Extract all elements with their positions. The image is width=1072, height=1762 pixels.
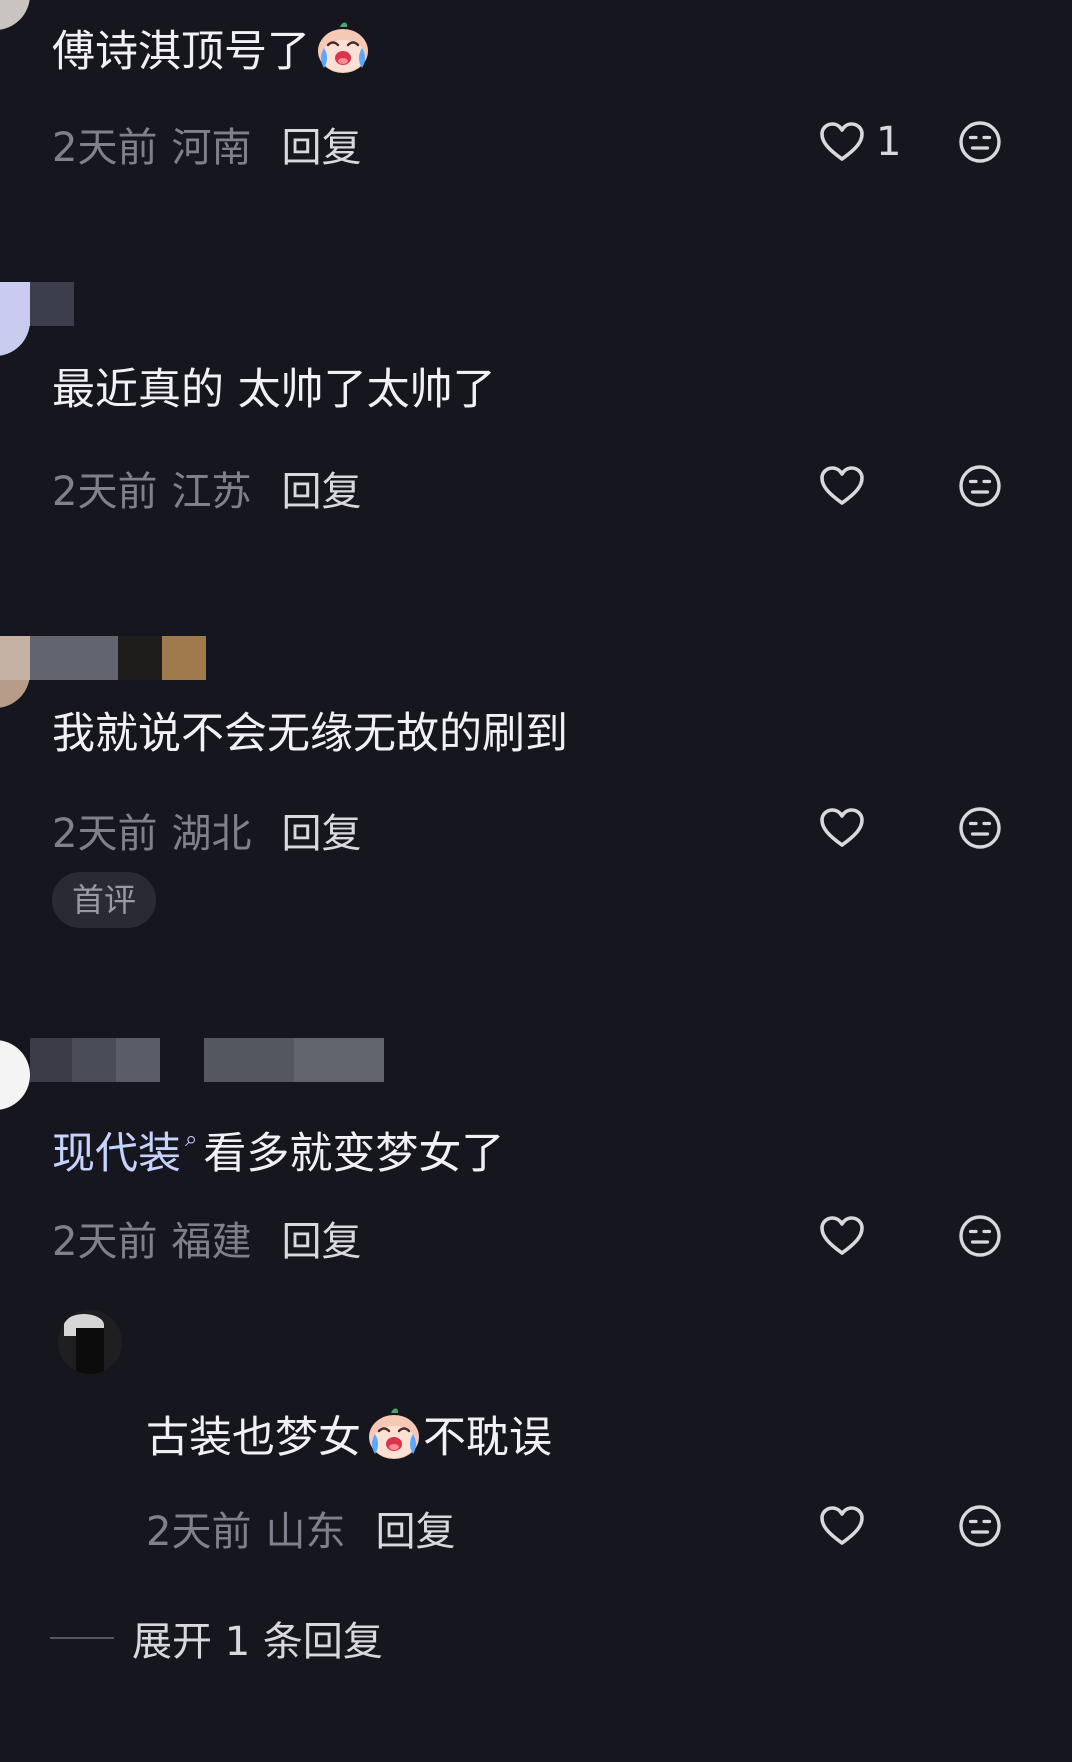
meh-face-icon[interactable] xyxy=(956,118,1004,166)
comment-text: 现代装 ⌕ 看多就变梦女了 xyxy=(52,1112,504,1182)
like-count: 1 xyxy=(876,119,902,165)
comment-text: 最近真的 太帅了太帅了 xyxy=(52,362,496,418)
heart-outline-icon[interactable] xyxy=(818,1212,866,1260)
comment-location: 河南 xyxy=(171,125,252,171)
crying-baby-emoji-icon xyxy=(365,1404,423,1462)
comment-time: 2天前 xyxy=(52,469,158,515)
meh-face-icon[interactable] xyxy=(956,462,1004,510)
comment-location: 福建 xyxy=(171,1219,252,1265)
comment-text: 傅诗淇顶号了 xyxy=(52,18,372,80)
reply-button[interactable]: 回复 xyxy=(281,801,361,859)
comment-body: 傅诗淇顶号了 xyxy=(52,27,310,77)
reply-button[interactable]: 回复 xyxy=(281,115,361,173)
avatar[interactable] xyxy=(58,1310,122,1374)
comment-text: 古装也梦女 不耽误 xyxy=(146,1404,552,1466)
expand-replies-button[interactable]: 展开 1 条回复 xyxy=(50,1610,383,1666)
search-link[interactable]: 现代装 xyxy=(52,1129,181,1179)
comment-body: 看多就变梦女了 xyxy=(203,1129,505,1179)
search-small-icon[interactable]: ⌕ xyxy=(185,1112,197,1168)
comment-time: 2天前 xyxy=(146,1509,252,1555)
first-comment-badge: 首评 xyxy=(52,872,157,928)
comment-location: 湖北 xyxy=(171,811,252,857)
avatar[interactable] xyxy=(0,1040,30,1110)
comment-text: 我就说不会无缘无故的刷到 xyxy=(52,706,568,762)
heart-outline-icon[interactable] xyxy=(818,804,866,852)
comment-body: 最近真的 太帅了太帅了 xyxy=(52,365,496,415)
comment-time: 2天前 xyxy=(52,1219,158,1265)
heart-outline-icon[interactable] xyxy=(818,462,866,510)
reply-button[interactable]: 回复 xyxy=(281,459,361,517)
username-blurred[interactable] xyxy=(30,1038,384,1082)
comment-time: 2天前 xyxy=(52,811,158,857)
reply-button[interactable]: 回复 xyxy=(281,1209,361,1267)
heart-outline-icon[interactable] xyxy=(818,1502,866,1550)
comment-body: 古装也梦女 xyxy=(146,1413,361,1463)
username-blurred[interactable] xyxy=(0,636,206,680)
divider xyxy=(50,1637,114,1639)
comment-time: 2天前 xyxy=(52,125,158,171)
comment-meta: 2天前 山东 回复 xyxy=(146,1500,455,1556)
comment-meta: 2天前 江苏 回复 xyxy=(52,460,361,516)
comment-meta: 2天前 河南 回复 xyxy=(52,116,361,172)
expand-replies-label: 展开 1 条回复 xyxy=(132,1619,383,1665)
comment-body: 不耽误 xyxy=(423,1413,552,1463)
comment-body: 我就说不会无缘无故的刷到 xyxy=(52,709,568,759)
meh-face-icon[interactable] xyxy=(956,804,1004,852)
meh-face-icon[interactable] xyxy=(956,1212,1004,1260)
comment-location: 山东 xyxy=(265,1509,346,1555)
avatar[interactable] xyxy=(0,0,30,30)
heart-outline-icon[interactable] xyxy=(818,118,866,166)
reply-button[interactable]: 回复 xyxy=(375,1499,455,1557)
comment-meta: 2天前 湖北 回复 xyxy=(52,802,361,858)
username-blurred[interactable] xyxy=(0,282,74,326)
comment-location: 江苏 xyxy=(171,469,252,515)
crying-baby-emoji-icon xyxy=(314,18,372,76)
meh-face-icon[interactable] xyxy=(956,1502,1004,1550)
comment-meta: 2天前 福建 回复 xyxy=(52,1210,361,1266)
